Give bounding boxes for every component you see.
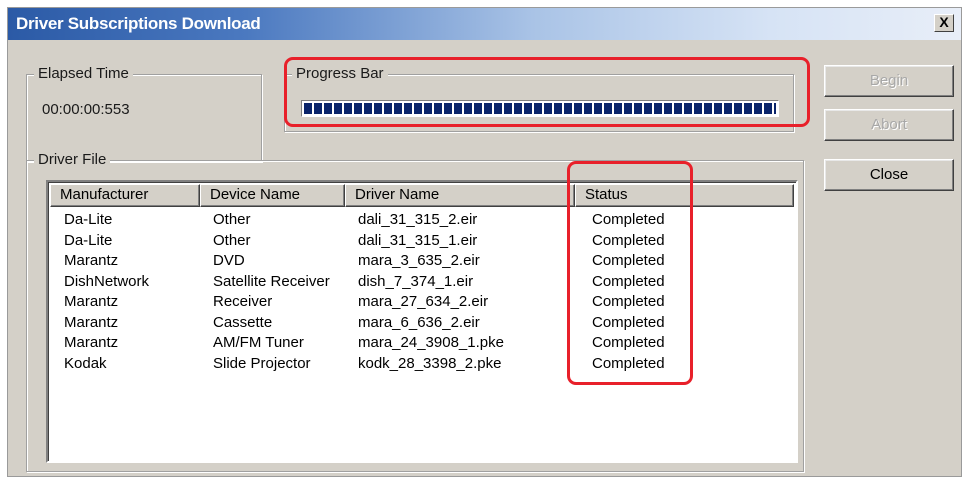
cell-driver-name: mara_27_634_2.eir <box>358 293 489 310</box>
cell-device-name: Cassette <box>213 313 273 331</box>
cell-device-name: DVD <box>213 252 245 269</box>
close-icon[interactable]: X <box>934 14 954 32</box>
column-header-manufacturer[interactable]: Manufacturer <box>50 184 200 207</box>
cell-driver-name: mara_6_636_2.eir <box>358 313 480 331</box>
cell-driver-name: kodk_28_3398_2.pke <box>358 354 502 372</box>
elapsed-time-group: Elapsed Time 00:00:00:553 <box>26 65 262 162</box>
cell-manufacturer: DishNetwork <box>64 272 150 290</box>
cell-device-name: Receiver <box>213 293 273 310</box>
cell-manufacturer: Da-Lite <box>64 231 113 249</box>
begin-button[interactable]: Begin <box>824 65 954 97</box>
elapsed-time-label: Elapsed Time <box>34 65 133 82</box>
cell-manufacturer: Da-Lite <box>64 211 113 228</box>
abort-button[interactable]: Abort <box>824 109 954 141</box>
cell-manufacturer: Marantz <box>64 334 119 351</box>
cell-device-name: Slide Projector <box>213 354 311 372</box>
cell-driver-name: dish_7_374_1.eir <box>358 272 474 290</box>
driver-file-label: Driver File <box>34 151 111 168</box>
driver-subscriptions-dialog: Driver Subscriptions Download X Elapsed … <box>7 7 962 477</box>
cell-driver-name: dali_31_315_2.eir <box>358 211 478 228</box>
cell-manufacturer: Marantz <box>64 313 119 331</box>
cell-manufacturer: Marantz <box>64 252 119 269</box>
cell-driver-name: mara_3_635_2.eir <box>358 252 480 269</box>
status-column-highlight <box>567 161 693 385</box>
cell-device-name: Satellite Receiver <box>213 272 330 290</box>
title-bar: Driver Subscriptions Download X <box>8 8 961 40</box>
cell-manufacturer: Kodak <box>64 354 107 372</box>
cell-manufacturer: Marantz <box>64 293 119 310</box>
column-header-driver-name[interactable]: Driver Name <box>345 184 575 207</box>
close-button[interactable]: Close <box>824 159 954 191</box>
window-title: Driver Subscriptions Download <box>16 14 261 33</box>
cell-device-name: Other <box>213 231 251 249</box>
cell-device-name: AM/FM Tuner <box>213 334 304 351</box>
cell-driver-name: mara_24_3908_1.pke <box>358 334 504 351</box>
elapsed-time-value: 00:00:00:553 <box>42 101 130 118</box>
cell-device-name: Other <box>213 211 251 228</box>
cell-driver-name: dali_31_315_1.eir <box>358 231 478 249</box>
column-header-device-name[interactable]: Device Name <box>200 184 345 207</box>
progress-bar-highlight <box>284 57 810 127</box>
